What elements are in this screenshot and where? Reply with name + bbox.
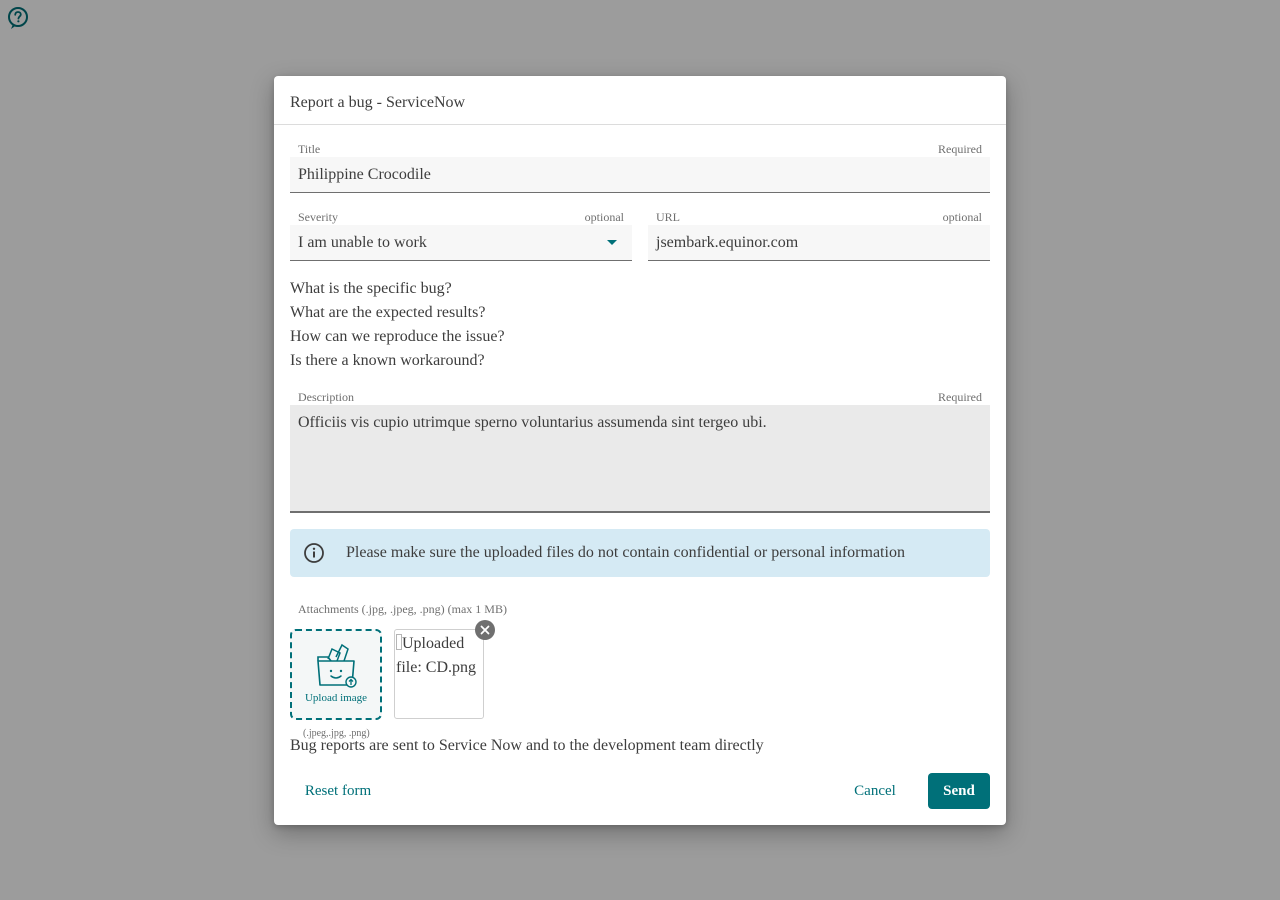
severity-label: Severity bbox=[298, 210, 338, 224]
url-optional-label: optional bbox=[942, 210, 982, 224]
description-label: Description bbox=[298, 390, 354, 404]
url-input-value: jsembark.equinor.com bbox=[656, 233, 799, 251]
footer-note: Bug reports are sent to Service Now and … bbox=[290, 737, 764, 754]
upload-image-button[interactable]: Upload image bbox=[290, 629, 382, 720]
description-textarea-value: Officiis vis cupio utrimque sperno volun… bbox=[298, 414, 767, 431]
title-label: Title bbox=[298, 142, 321, 156]
title-input[interactable]: Philippine Crocodile bbox=[290, 157, 990, 193]
dialog-header: Report a bug - ServiceNow bbox=[274, 76, 1006, 125]
confidential-info-banner: Please make sure the uploaded files do n… bbox=[290, 529, 990, 577]
title-input-value: Philippine Crocodile bbox=[298, 165, 431, 183]
help-button[interactable] bbox=[6, 6, 30, 30]
guidance-question: Is there a known workaround? bbox=[290, 352, 485, 369]
description-textarea[interactable]: Officiis vis cupio utrimque sperno volun… bbox=[290, 405, 990, 513]
url-input[interactable]: jsembark.equinor.com bbox=[648, 225, 990, 261]
report-bug-dialog: Report a bug - ServiceNow Title Required… bbox=[274, 76, 1006, 825]
description-required-label: Required bbox=[938, 390, 982, 404]
uploaded-file-thumbnail: Uploaded file: CD.png bbox=[394, 629, 484, 719]
remove-file-button[interactable] bbox=[475, 620, 495, 640]
uploaded-file-alt-text: Uploaded file: CD.png bbox=[396, 635, 476, 676]
severity-select-value: I am unable to work bbox=[298, 233, 427, 251]
url-field-labels: URL optional bbox=[648, 210, 990, 225]
attachments-label: Attachments (.jpg, .jpeg, .png) (max 1 M… bbox=[298, 602, 507, 616]
help-circle-icon bbox=[8, 7, 28, 29]
guidance-question: What is the specific bug? bbox=[290, 280, 452, 297]
title-field-labels: Title Required bbox=[290, 142, 990, 157]
dialog-title: Report a bug - ServiceNow bbox=[290, 93, 466, 111]
banner-text: Please make sure the uploaded files do n… bbox=[346, 544, 905, 561]
title-required-label: Required bbox=[938, 142, 982, 156]
url-label: URL bbox=[656, 210, 680, 224]
caret-down-icon bbox=[600, 231, 624, 255]
info-icon bbox=[302, 541, 326, 565]
upload-folder-icon bbox=[317, 643, 357, 688]
severity-optional-label: optional bbox=[584, 210, 624, 224]
cancel-button[interactable]: Cancel bbox=[840, 773, 910, 809]
reset-form-button[interactable]: Reset form bbox=[290, 773, 386, 809]
close-icon bbox=[480, 625, 490, 635]
severity-field-labels: Severity optional bbox=[290, 210, 632, 225]
send-button[interactable]: Send bbox=[928, 773, 990, 809]
description-field-labels: Description Required bbox=[290, 390, 990, 405]
guidance-question: How can we reproduce the issue? bbox=[290, 328, 505, 345]
guidance-question: What are the expected results? bbox=[290, 304, 486, 321]
severity-select[interactable]: I am unable to work bbox=[290, 225, 632, 261]
upload-image-label: Upload image bbox=[304, 692, 367, 704]
description-guidance: What is the specific bug? What are the e… bbox=[290, 277, 505, 373]
